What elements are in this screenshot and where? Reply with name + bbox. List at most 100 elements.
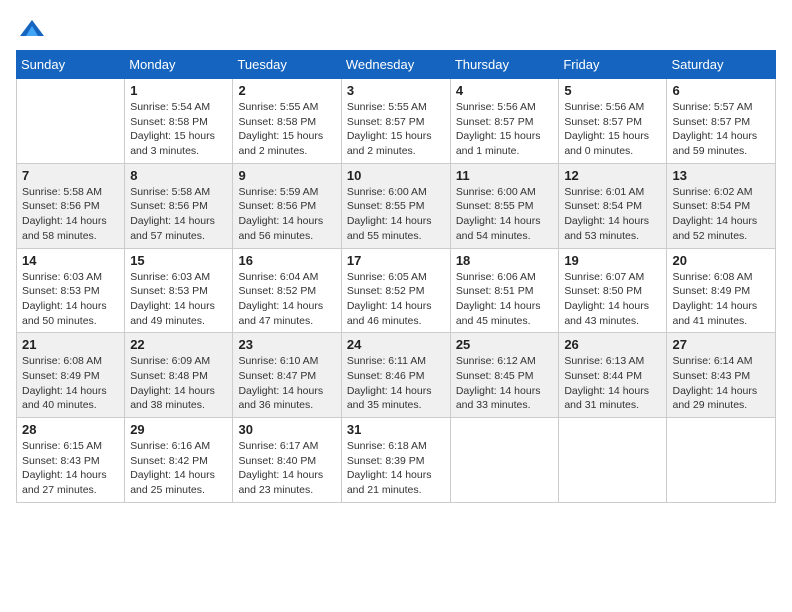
week-row-5: 28 Sunrise: 6:15 AM Sunset: 8:43 PM Dayli… xyxy=(17,418,776,503)
day-number: 21 xyxy=(22,337,119,352)
day-number: 11 xyxy=(456,168,554,183)
day-info: Sunrise: 6:17 AM Sunset: 8:40 PM Dayligh… xyxy=(238,439,335,498)
calendar-cell: 29 Sunrise: 6:16 AM Sunset: 8:42 PM Dayli… xyxy=(125,418,233,503)
calendar-cell: 18 Sunrise: 6:06 AM Sunset: 8:51 PM Dayli… xyxy=(450,248,559,333)
day-info: Sunrise: 6:10 AM Sunset: 8:47 PM Dayligh… xyxy=(238,354,335,413)
weekday-header-wednesday: Wednesday xyxy=(341,51,450,79)
calendar-cell: 2 Sunrise: 5:55 AM Sunset: 8:58 PM Daylig… xyxy=(233,79,341,164)
weekday-header-saturday: Saturday xyxy=(667,51,776,79)
day-number: 15 xyxy=(130,253,227,268)
calendar-cell: 11 Sunrise: 6:00 AM Sunset: 8:55 PM Dayli… xyxy=(450,163,559,248)
week-row-2: 7 Sunrise: 5:58 AM Sunset: 8:56 PM Daylig… xyxy=(17,163,776,248)
day-number: 12 xyxy=(564,168,661,183)
day-number: 31 xyxy=(347,422,445,437)
logo-icon xyxy=(18,16,46,44)
page-header xyxy=(16,16,776,40)
weekday-header-monday: Monday xyxy=(125,51,233,79)
day-number: 1 xyxy=(130,83,227,98)
day-number: 24 xyxy=(347,337,445,352)
day-number: 16 xyxy=(238,253,335,268)
day-number: 14 xyxy=(22,253,119,268)
day-info: Sunrise: 6:13 AM Sunset: 8:44 PM Dayligh… xyxy=(564,354,661,413)
calendar-cell: 3 Sunrise: 5:55 AM Sunset: 8:57 PM Daylig… xyxy=(341,79,450,164)
day-info: Sunrise: 6:18 AM Sunset: 8:39 PM Dayligh… xyxy=(347,439,445,498)
day-number: 22 xyxy=(130,337,227,352)
day-info: Sunrise: 6:00 AM Sunset: 8:55 PM Dayligh… xyxy=(456,185,554,244)
weekday-header-row: SundayMondayTuesdayWednesdayThursdayFrid… xyxy=(17,51,776,79)
calendar-cell: 12 Sunrise: 6:01 AM Sunset: 8:54 PM Dayli… xyxy=(559,163,667,248)
calendar-cell: 21Sunrise: 6:08 AM Sunset: 8:49 PM Dayli… xyxy=(17,333,125,418)
calendar-cell xyxy=(450,418,559,503)
calendar-cell xyxy=(17,79,125,164)
day-number: 23 xyxy=(238,337,335,352)
day-info: Sunrise: 5:55 AM Sunset: 8:58 PM Dayligh… xyxy=(238,100,335,159)
day-info: Sunrise: 6:01 AM Sunset: 8:54 PM Dayligh… xyxy=(564,185,661,244)
calendar-cell: 19 Sunrise: 6:07 AM Sunset: 8:50 PM Dayli… xyxy=(559,248,667,333)
calendar-cell: 1 Sunrise: 5:54 AM Sunset: 8:58 PM Daylig… xyxy=(125,79,233,164)
day-info: Sunrise: 6:05 AM Sunset: 8:52 PM Dayligh… xyxy=(347,270,445,329)
calendar-cell: 9Sunrise: 5:59 AM Sunset: 8:56 PM Daylig… xyxy=(233,163,341,248)
day-number: 5 xyxy=(564,83,661,98)
calendar-cell: 16 Sunrise: 6:04 AM Sunset: 8:52 PM Dayli… xyxy=(233,248,341,333)
weekday-header-friday: Friday xyxy=(559,51,667,79)
day-number: 29 xyxy=(130,422,227,437)
calendar-cell: 22 Sunrise: 6:09 AM Sunset: 8:48 PM Dayli… xyxy=(125,333,233,418)
day-number: 18 xyxy=(456,253,554,268)
week-row-3: 14 Sunrise: 6:03 AM Sunset: 8:53 PM Dayli… xyxy=(17,248,776,333)
day-number: 10 xyxy=(347,168,445,183)
calendar-cell xyxy=(559,418,667,503)
calendar-cell: 25Sunrise: 6:12 AM Sunset: 8:45 PM Dayli… xyxy=(450,333,559,418)
logo xyxy=(16,16,46,40)
calendar-cell: 8Sunrise: 5:58 AM Sunset: 8:56 PM Daylig… xyxy=(125,163,233,248)
day-info: Sunrise: 5:57 AM Sunset: 8:57 PM Dayligh… xyxy=(672,100,770,159)
day-info: Sunrise: 5:54 AM Sunset: 8:58 PM Dayligh… xyxy=(130,100,227,159)
day-number: 30 xyxy=(238,422,335,437)
calendar-cell: 30 Sunrise: 6:17 AM Sunset: 8:40 PM Dayli… xyxy=(233,418,341,503)
calendar-cell: 26 Sunrise: 6:13 AM Sunset: 8:44 PM Dayli… xyxy=(559,333,667,418)
week-row-4: 21Sunrise: 6:08 AM Sunset: 8:49 PM Dayli… xyxy=(17,333,776,418)
day-info: Sunrise: 6:11 AM Sunset: 8:46 PM Dayligh… xyxy=(347,354,445,413)
day-info: Sunrise: 6:09 AM Sunset: 8:48 PM Dayligh… xyxy=(130,354,227,413)
calendar-cell: 24 Sunrise: 6:11 AM Sunset: 8:46 PM Dayli… xyxy=(341,333,450,418)
calendar-cell: 7 Sunrise: 5:58 AM Sunset: 8:56 PM Daylig… xyxy=(17,163,125,248)
day-number: 7 xyxy=(22,168,119,183)
calendar-cell: 17 Sunrise: 6:05 AM Sunset: 8:52 PM Dayli… xyxy=(341,248,450,333)
day-number: 26 xyxy=(564,337,661,352)
calendar-cell: 14 Sunrise: 6:03 AM Sunset: 8:53 PM Dayli… xyxy=(17,248,125,333)
day-info: Sunrise: 6:04 AM Sunset: 8:52 PM Dayligh… xyxy=(238,270,335,329)
day-info: Sunrise: 5:58 AM Sunset: 8:56 PM Dayligh… xyxy=(22,185,119,244)
day-info: Sunrise: 6:06 AM Sunset: 8:51 PM Dayligh… xyxy=(456,270,554,329)
day-info: Sunrise: 6:14 AM Sunset: 8:43 PM Dayligh… xyxy=(672,354,770,413)
calendar-cell: 4 Sunrise: 5:56 AM Sunset: 8:57 PM Daylig… xyxy=(450,79,559,164)
day-number: 27 xyxy=(672,337,770,352)
day-number: 17 xyxy=(347,253,445,268)
day-number: 2 xyxy=(238,83,335,98)
weekday-header-sunday: Sunday xyxy=(17,51,125,79)
day-info: Sunrise: 6:12 AM Sunset: 8:45 PM Dayligh… xyxy=(456,354,554,413)
day-info: Sunrise: 5:56 AM Sunset: 8:57 PM Dayligh… xyxy=(456,100,554,159)
weekday-header-thursday: Thursday xyxy=(450,51,559,79)
calendar-cell: 10Sunrise: 6:00 AM Sunset: 8:55 PM Dayli… xyxy=(341,163,450,248)
day-info: Sunrise: 5:55 AM Sunset: 8:57 PM Dayligh… xyxy=(347,100,445,159)
day-info: Sunrise: 6:15 AM Sunset: 8:43 PM Dayligh… xyxy=(22,439,119,498)
day-number: 20 xyxy=(672,253,770,268)
day-number: 6 xyxy=(672,83,770,98)
day-number: 9 xyxy=(238,168,335,183)
day-number: 3 xyxy=(347,83,445,98)
day-number: 8 xyxy=(130,168,227,183)
day-info: Sunrise: 6:03 AM Sunset: 8:53 PM Dayligh… xyxy=(22,270,119,329)
weekday-header-tuesday: Tuesday xyxy=(233,51,341,79)
calendar-cell: 28 Sunrise: 6:15 AM Sunset: 8:43 PM Dayli… xyxy=(17,418,125,503)
day-info: Sunrise: 6:07 AM Sunset: 8:50 PM Dayligh… xyxy=(564,270,661,329)
calendar-cell: 15 Sunrise: 6:03 AM Sunset: 8:53 PM Dayli… xyxy=(125,248,233,333)
calendar-cell: 31 Sunrise: 6:18 AM Sunset: 8:39 PM Dayli… xyxy=(341,418,450,503)
day-number: 4 xyxy=(456,83,554,98)
calendar-cell: 23 Sunrise: 6:10 AM Sunset: 8:47 PM Dayli… xyxy=(233,333,341,418)
day-number: 28 xyxy=(22,422,119,437)
day-info: Sunrise: 6:03 AM Sunset: 8:53 PM Dayligh… xyxy=(130,270,227,329)
day-info: Sunrise: 6:08 AM Sunset: 8:49 PM Dayligh… xyxy=(672,270,770,329)
day-info: Sunrise: 6:16 AM Sunset: 8:42 PM Dayligh… xyxy=(130,439,227,498)
day-number: 19 xyxy=(564,253,661,268)
calendar-cell: 6 Sunrise: 5:57 AM Sunset: 8:57 PM Daylig… xyxy=(667,79,776,164)
day-info: Sunrise: 5:56 AM Sunset: 8:57 PM Dayligh… xyxy=(564,100,661,159)
